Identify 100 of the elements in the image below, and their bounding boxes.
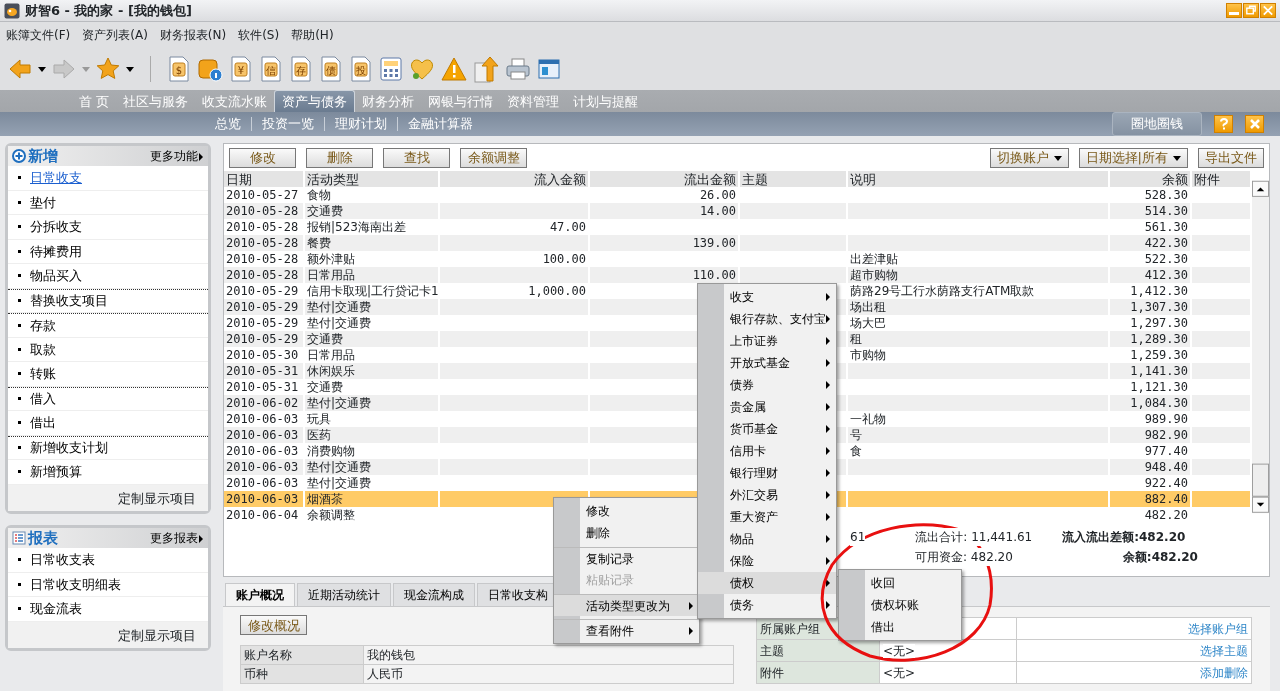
table-cell: 号 (847, 427, 1109, 443)
menu-item[interactable]: 软件(S) (238, 26, 280, 44)
menu-item[interactable]: 收支 (698, 286, 836, 308)
sidebar-item[interactable]: 取款 (30, 339, 56, 359)
menu-item[interactable]: 债权坏账 (839, 594, 961, 616)
more-link[interactable]: 更多报表 (150, 529, 204, 547)
link[interactable]: 选择主题 (1016, 639, 1252, 662)
column-header: 主题 (739, 171, 847, 187)
printer-icon[interactable] (505, 57, 531, 81)
heart-icon[interactable] (409, 56, 435, 82)
window-icon[interactable] (537, 57, 561, 81)
sidebar-item[interactable]: 分拆收支 (30, 217, 82, 237)
toolbar-button[interactable]: 删除 (306, 147, 373, 168)
menu-item[interactable]: 开放式基金 (698, 352, 836, 374)
menu-item[interactable]: 债权 (698, 572, 836, 594)
sidebar-item[interactable]: 存款 (30, 315, 56, 335)
document-icon[interactable]: 债 (319, 56, 343, 82)
column-header: 日期 (224, 171, 304, 187)
document-icon[interactable]: ¥ (229, 56, 253, 82)
menu-item[interactable]: 活动类型更改为 (554, 594, 699, 616)
menu-item[interactable]: 货币基金 (698, 418, 836, 440)
toolbar-button[interactable]: 修改 (229, 147, 296, 168)
caret-icon[interactable] (38, 66, 46, 72)
sidebar-item[interactable]: 借入 (30, 389, 56, 409)
sidebar-item[interactable]: 物品买入 (30, 266, 82, 286)
edit-overview-button[interactable]: 修改概况 (240, 615, 307, 635)
submenu-arrow-icon (689, 626, 693, 635)
menu-item[interactable]: 银行理财 (698, 462, 836, 484)
menu-item[interactable]: 保险 (698, 550, 836, 572)
sidebar-item[interactable]: 日常收支 (30, 168, 82, 188)
calculator-icon[interactable] (379, 56, 403, 82)
toolbar-button[interactable]: 导出文件 (1198, 147, 1264, 168)
sidebar-item[interactable]: 转账 (30, 364, 56, 384)
detail-tab[interactable]: 现金流构成 (393, 583, 475, 606)
toolbar-button[interactable]: 切换账户 (989, 147, 1069, 168)
more-link[interactable]: 更多功能 (150, 147, 204, 165)
link[interactable]: 选择账户组 (1016, 617, 1252, 640)
sidebar-item[interactable]: 新增预算 (30, 462, 82, 482)
sidebar-item[interactable]: 现金流表 (30, 599, 82, 619)
warning-icon[interactable] (441, 57, 467, 81)
menu-item[interactable]: 查看附件 (554, 619, 699, 641)
menu-item[interactable]: 修改 (554, 500, 699, 522)
document-icon[interactable]: 投 (349, 56, 373, 82)
table-cell: 2010-05-28 (224, 203, 304, 219)
customize-link[interactable]: 定制显示项目 (8, 484, 208, 511)
menu-item[interactable]: 债务 (698, 594, 836, 616)
toolbar-button[interactable]: 余额调整 (460, 147, 527, 168)
sidebar-item[interactable]: 待摊费用 (30, 241, 82, 261)
table-cell: 482.20 (1109, 507, 1191, 523)
sidebar-item[interactable]: 日常收支表 (30, 550, 95, 570)
upload-arrow-icon[interactable] (473, 55, 499, 83)
column-header: 流出金额 (589, 171, 739, 187)
menu-item[interactable]: 财务报表(N) (159, 26, 227, 44)
folder-info-icon[interactable] (197, 56, 223, 82)
table-cell: 422.30 (1109, 235, 1191, 251)
restore-button[interactable] (1243, 3, 1259, 18)
menu-item[interactable]: 账簿文件(F) (6, 26, 71, 44)
sidebar-item[interactable]: 垫付 (30, 192, 56, 212)
menu-item[interactable]: 资产列表(A) (82, 26, 148, 44)
star-icon[interactable] (96, 57, 120, 81)
menu-item[interactable]: 债券 (698, 374, 836, 396)
submenu-arrow-icon (826, 557, 830, 565)
detail-tab[interactable]: 账户概况 (225, 583, 295, 606)
sidebar-item[interactable]: 替换收支项目 (30, 291, 108, 311)
table-cell: 烟酒茶 (304, 491, 439, 507)
toolbar-button[interactable]: 日期选择|所有 (1078, 147, 1188, 168)
detail-tab[interactable]: 近期活动统计 (297, 583, 391, 606)
menu-item[interactable]: 信用卡 (698, 440, 836, 462)
menu-item[interactable]: 删除 (554, 522, 699, 544)
submenu-arrow-icon (826, 601, 830, 609)
menu-item[interactable]: 贵金属 (698, 396, 836, 418)
document-icon[interactable]: 存 (289, 56, 313, 82)
caret-icon[interactable] (126, 66, 134, 72)
table-cell: 882.40 (1109, 491, 1191, 507)
right-arrow-icon (198, 534, 204, 543)
menu-item[interactable]: 上市证券 (698, 330, 836, 352)
link[interactable]: 添加删除 (1016, 661, 1252, 684)
summary-value: 可用资金: 482.20 (915, 548, 1013, 566)
field-value: 我的钱包 (363, 645, 734, 665)
table-cell: 2010-05-31 (224, 363, 304, 379)
menu-item[interactable]: 收回 (839, 572, 961, 594)
menu-item[interactable]: 帮助(H) (291, 26, 334, 44)
menu-item[interactable]: 银行存款、支付宝 (698, 308, 836, 330)
toolbar-button[interactable]: 查找 (383, 147, 450, 168)
nav-tab[interactable]: 资产与债务 (274, 90, 356, 112)
sidebar-item[interactable]: 新增收支计划 (30, 438, 108, 458)
menu-item[interactable]: 物品 (698, 528, 836, 550)
sidebar-item[interactable]: 日常收支明细表 (30, 574, 121, 594)
sidebar-item[interactable]: 借出 (30, 413, 56, 433)
document-icon[interactable]: $ (167, 56, 191, 82)
menu-item[interactable]: 重大资产 (698, 506, 836, 528)
back-arrow-icon[interactable] (8, 57, 32, 81)
menu-item[interactable]: 外汇交易 (698, 484, 836, 506)
minimize-button[interactable] (1226, 3, 1242, 18)
document-icon[interactable]: 信 (259, 56, 283, 82)
table-cell: 场出租 (847, 299, 1109, 315)
customize-link[interactable]: 定制显示项目 (8, 621, 208, 648)
table-cell: 412.30 (1109, 267, 1191, 283)
table-cell: 2010-06-03 (224, 459, 304, 475)
close-button[interactable] (1260, 3, 1276, 18)
